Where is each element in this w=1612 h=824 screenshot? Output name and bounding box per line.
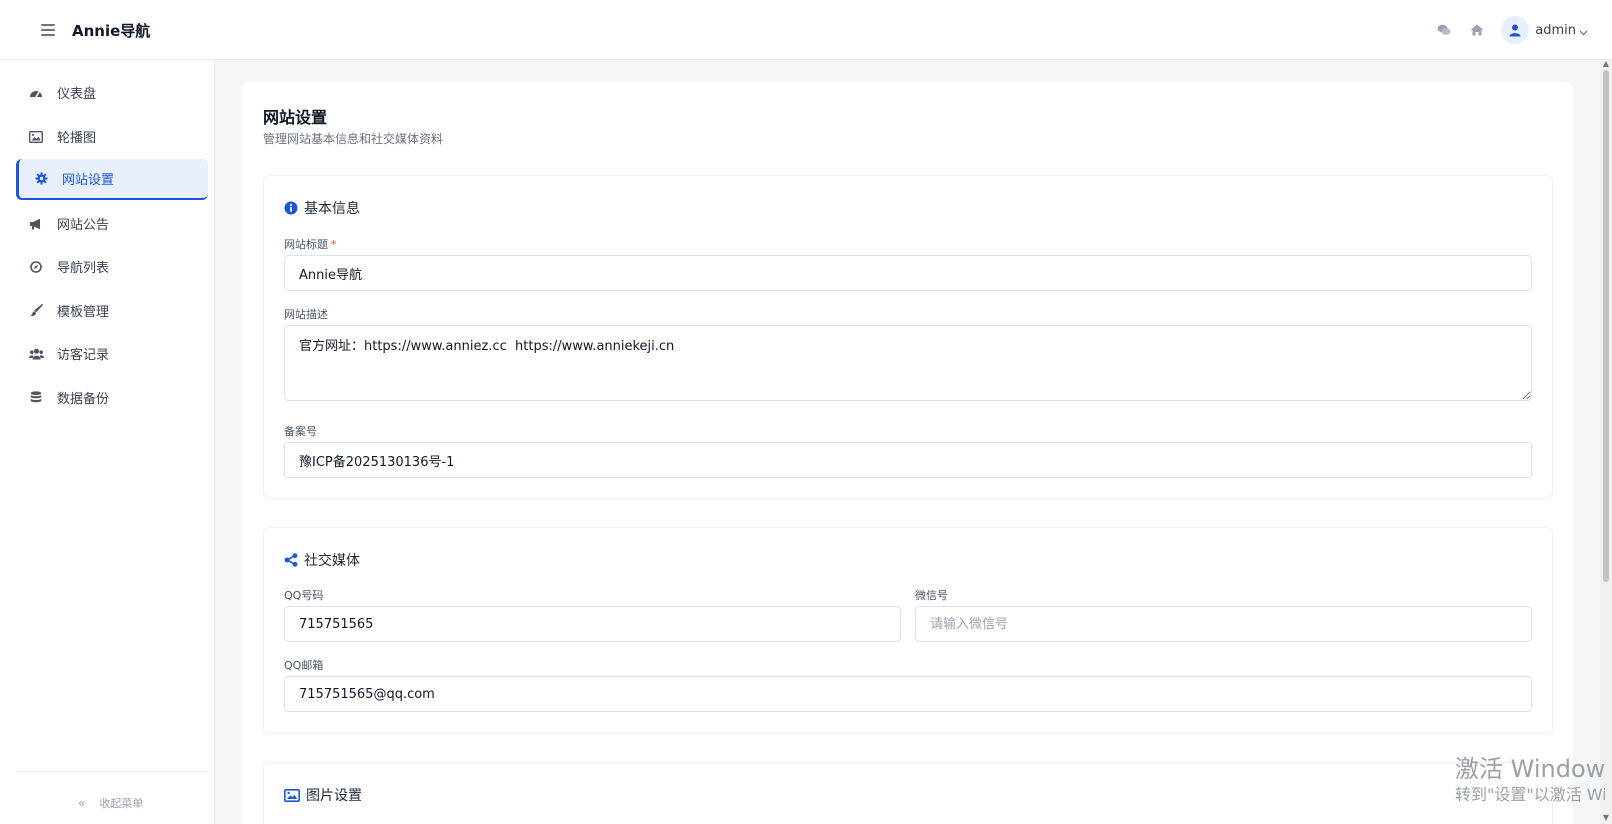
info-circle-icon [284,201,298,215]
required-asterisk: * [331,238,337,251]
scroll-thumb[interactable] [1603,70,1609,582]
social-media-title-text: 社交媒体 [304,553,360,569]
user-icon [1501,16,1530,44]
sidebar-item-backup[interactable]: 数据备份 [16,377,208,418]
page-scrollbar[interactable]: ▲ ▼ [1600,60,1612,824]
site-desc-textarea[interactable]: 官方网址：https://www.anniez.cc https://www.a… [284,325,1532,401]
sidebar-item-label: 导航列表 [57,261,110,276]
qq-input[interactable] [284,606,901,642]
sidebar-item-label: 模板管理 [57,305,110,320]
megaphone-icon [28,216,44,232]
icp-label: 备案号 [284,425,317,438]
compass-icon [28,259,44,275]
basic-info-section: 基本信息 网站标题* 网站描述 官方网址：https://www.anniez.… [263,175,1553,499]
sidebar-item-announcement[interactable]: 网站公告 [16,203,208,244]
sidebar-item-carousel[interactable]: 轮播图 [16,116,208,157]
social-media-title: 社交媒体 [284,550,360,570]
watermark-line-2: 转到"设置"以激活 Windows。 [1455,785,1605,804]
username: admin [1535,22,1576,38]
home-icon[interactable] [1468,21,1486,39]
gear-icon [33,171,49,187]
top-actions: admin [1435,0,1612,60]
collapse-menu-label: 收起菜单 [99,797,144,810]
double-chevron-left-icon: « [78,796,86,810]
users-icon [28,346,44,362]
image-icon [28,129,44,145]
sidebar-item-label: 仪表盘 [57,87,97,102]
sidebar-divider [16,771,208,772]
sidebar-item-label: 数据备份 [57,392,110,407]
site-title-input[interactable] [284,255,1532,291]
top-bar: Annie导航 admin [0,0,1612,60]
qq-label: QQ号码 [284,589,324,602]
image-settings-title-text: 图片设置 [306,788,362,804]
qq-email-label: QQ邮箱 [284,659,324,672]
sidebar-item-templates[interactable]: 模板管理 [16,290,208,331]
icp-input[interactable] [284,442,1532,478]
page-title: 网站设置 [263,108,328,127]
image-icon [284,788,300,802]
sidebar-item-site-settings[interactable]: 网站设置 [16,159,208,200]
social-media-section: 社交媒体 QQ号码 微信号 QQ邮箱 [263,527,1553,734]
page-subtitle: 管理网站基本信息和社交媒体资料 [263,132,444,146]
sidebar-item-visitors[interactable]: 访客记录 [16,333,208,374]
basic-info-title-text: 基本信息 [304,201,360,217]
scroll-up-arrow-icon[interactable]: ▲ [1602,60,1610,68]
menu-toggle-button[interactable] [41,24,55,36]
qq-email-input[interactable] [284,676,1532,712]
dashboard-icon [28,85,44,101]
image-settings-section: 图片设置 [263,762,1553,824]
sidebar-item-label: 网站公告 [57,218,110,233]
chevron-down-icon [1579,21,1588,40]
watermark-line-1: 激活 Windows [1455,755,1605,783]
site-title-label: 网站标题 * [284,236,337,252]
chat-bubbles-icon[interactable] [1435,21,1453,39]
image-settings-title: 图片设置 [284,785,362,805]
sidebar-item-dashboard[interactable]: 仪表盘 [16,72,208,113]
windows-activation-watermark: 激活 Windows 转到"设置"以激活 Windows。 [1455,754,1605,806]
database-icon [28,390,44,406]
app-title: Annie导航 [72,22,151,40]
share-icon [284,553,298,567]
site-desc-label: 网站描述 [284,308,328,321]
sidebar-item-nav-list[interactable]: 导航列表 [16,246,208,287]
scroll-down-arrow-icon[interactable]: ▼ [1602,814,1610,822]
sidebar-item-label: 轮播图 [57,131,97,146]
site-title-label-text: 网站标题 [284,238,328,251]
wechat-input[interactable] [915,606,1532,642]
sidebar-item-label: 访客记录 [57,348,110,363]
sidebar: 仪表盘 轮播图 网站设置 网站公告 导航列表 模板管理 访客记录 数据备份 « … [0,60,215,824]
basic-info-title: 基本信息 [284,198,360,218]
user-menu[interactable]: admin [1501,16,1588,44]
collapse-menu-button[interactable]: « 收起菜单 [78,795,143,811]
wechat-label: 微信号 [915,589,948,602]
sidebar-item-label: 网站设置 [62,173,115,188]
paintbrush-icon [28,303,44,319]
